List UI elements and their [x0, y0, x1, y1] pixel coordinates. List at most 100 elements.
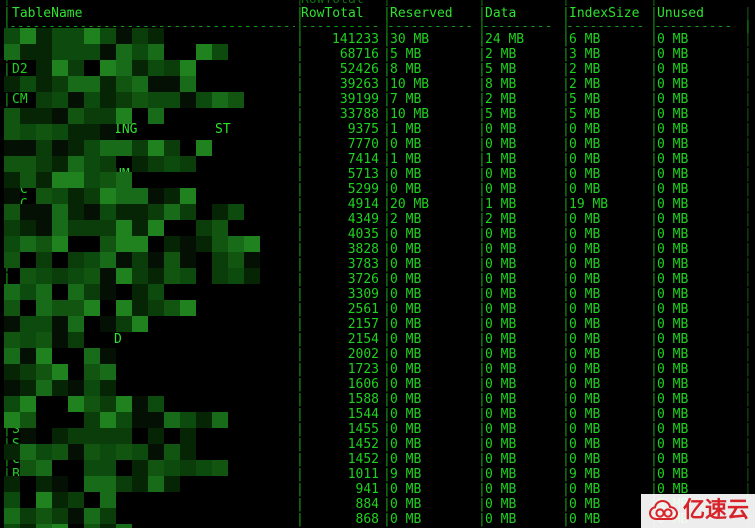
cell-tablename: CO — [12, 77, 28, 92]
table-row[interactable]: | C HM | 5713 | 0 MB | 0 MB | 0 MB | 0 MB | — [0, 167, 755, 182]
cell-indexsize: 0 MB — [569, 482, 601, 497]
separator-reserved: ----------- — [387, 21, 473, 32]
column-divider-0: | — [3, 122, 11, 137]
table-row[interactable]: | CO _DTL | 39263 | 10 MB | 8 MB | 2 MB | 0 MB | — [0, 77, 755, 92]
cell-rowtotal: 1011 — [347, 467, 379, 482]
cell-indexsize: 0 MB — [569, 497, 601, 512]
cell-tablename — [12, 302, 294, 317]
cell-indexsize: 0 MB — [569, 362, 601, 377]
table-row[interactable]: | D2 | 52426 | 8 MB | 5 MB | 2 MB | 0 MB | — [0, 62, 755, 77]
tablename-fragment: T — [114, 212, 122, 227]
column-header-unused[interactable]: Unused — [657, 6, 737, 21]
cell-indexsize: 0 MB — [569, 377, 601, 392]
table-row[interactable]: | | 3726 | 0 MB | 0 MB | 0 MB | 0 MB | — [0, 272, 755, 287]
cell-unused: 0 MB — [657, 167, 689, 182]
cell-data: 0 MB — [485, 332, 517, 347]
cell-data: 0 MB — [485, 377, 517, 392]
table-row[interactable]: | H | 1544 | 0 MB | 0 MB | 0 MB | 0 MB | — [0, 407, 755, 422]
cell-tablename: H — [12, 392, 20, 407]
cell-unused: 0 MB — [657, 152, 689, 167]
table-row[interactable]: | OI | 7770 | 0 MB | 0 MB | 0 MB | 0 MB | — [0, 137, 755, 152]
table-row[interactable]: | I | 3828 | 0 MB | 0 MB | 0 MB | 0 MB | — [0, 242, 755, 257]
table-body[interactable]: | C | 141233 | 30 MB | 24 MB | 6 MB | 0 MB | | CI | 6871… — [0, 32, 755, 528]
table-row[interactable]: | | 3309 | 0 MB | 0 MB | 0 MB | 0 MB | — [0, 287, 755, 302]
cell-rowtotal: 941 — [355, 482, 379, 497]
column-header-data[interactable]: Data — [485, 6, 559, 21]
cell-indexsize: 0 MB — [569, 317, 601, 332]
cell-data: 0 MB — [485, 347, 517, 362]
cell-tablename: C — [12, 452, 20, 467]
cell-rowtotal: 1455 — [347, 422, 379, 437]
table-row[interactable]: | CC | 5299 | 0 MB | 0 MB | 0 MB | 0 MB | — [0, 182, 755, 197]
table-row[interactable]: | CO ING ST | 9375 | 1 MB | 0 MB | 0 MB | 0 MB | — [0, 122, 755, 137]
cell-indexsize: 6 MB — [569, 32, 601, 47]
cell-unused: 0 MB — [657, 137, 689, 152]
table-row[interactable]: | | 2561 | 0 MB | 0 MB | 0 MB | 0 MB | — [0, 302, 755, 317]
cell-data: 1 MB — [485, 152, 517, 167]
cell-data: 0 MB — [485, 167, 517, 182]
table-row[interactable]: | C | 1723 | 0 MB | 0 MB | 0 MB | 0 MB | — [0, 362, 755, 377]
cell-tablename: H — [12, 212, 20, 227]
table-row[interactable]: | | 2002 | 0 MB | 0 MB | 0 MB | 0 MB | — [0, 347, 755, 362]
cell-rowtotal: 7414 — [347, 152, 379, 167]
table-row[interactable]: | CC RT | 4914 | 20 MB | 1 MB | 19 MB | 0 MB | — [0, 197, 755, 212]
table-row[interactable]: | | 2157 | 0 MB | 0 MB | 0 MB | 0 MB | — [0, 317, 755, 332]
table-row[interactable]: | H T | 4349 | 2 MB | 2 MB | 0 MB | 0 MB | — [0, 212, 755, 227]
terminal-window[interactable]: | | RowTotal | | | | | TableName | RowTo… — [0, 0, 755, 528]
column-divider-0: | — [3, 167, 11, 182]
cell-tablename: D2 — [12, 62, 28, 77]
table-row[interactable]: | CI | 68716 | 5 MB | 2 MB | 3 MB | 0 MB | — [0, 47, 755, 62]
column-divider-0: | — [3, 197, 11, 212]
table-right-border: | — [744, 92, 752, 107]
cell-indexsize: 0 MB — [569, 392, 601, 407]
column-divider-0: | — [3, 467, 11, 482]
cell-reserved: 1 MB — [390, 152, 422, 167]
column-header-indexsize[interactable]: IndexSize — [569, 6, 647, 21]
table-row[interactable]: | I | 4035 | 0 MB | 0 MB | 0 MB | 0 MB | — [0, 227, 755, 242]
table-row[interactable]: | C | 1452 | 0 MB | 0 MB | 0 MB | 0 MB | — [0, 452, 755, 467]
column-header-reserved[interactable]: Reserved — [390, 6, 476, 21]
cell-data: 0 MB — [485, 452, 517, 467]
cell-data: 0 MB — [485, 302, 517, 317]
table-row[interactable]: | C | 141233 | 30 MB | 24 MB | 6 MB | 0 MB | — [0, 32, 755, 47]
cell-rowtotal: 884 — [355, 497, 379, 512]
cell-rowtotal: 4914 — [347, 197, 379, 212]
cell-data: 1 MB — [485, 197, 517, 212]
table-row[interactable]: | D | 2154 | 0 MB | 0 MB | 0 MB | 0 MB | — [0, 332, 755, 347]
column-divider-0: | — [3, 347, 11, 362]
table-row[interactable]: | S | 1452 | 0 MB | 0 MB | 0 MB | 0 MB | — [0, 437, 755, 452]
column-divider-0: | — [3, 512, 11, 527]
cell-reserved: 0 MB — [390, 302, 422, 317]
table-row[interactable]: | R | 7414 | 1 MB | 1 MB | 0 MB | 0 MB | — [0, 152, 755, 167]
cell-tablename — [12, 287, 294, 302]
cell-data: 5 MB — [485, 62, 517, 77]
cell-unused: 0 MB — [657, 302, 689, 317]
cell-reserved: 0 MB — [390, 422, 422, 437]
cell-reserved: 0 MB — [390, 137, 422, 152]
cell-rowtotal: 2157 — [347, 317, 379, 332]
column-divider-0: | — [3, 257, 11, 272]
table-right-border: | — [744, 62, 752, 77]
cell-data: 0 MB — [485, 287, 517, 302]
table-row[interactable]: | B | 1011 | 9 MB | 0 MB | 9 MB | 0 MB | — [0, 467, 755, 482]
cell-unused: 0 MB — [657, 317, 689, 332]
table-row[interactable]: | CM | 39199 | 7 MB | 2 MB | 5 MB | 0 MB | — [0, 92, 755, 107]
column-divider-0: | — [3, 302, 11, 317]
column-header-tablename[interactable]: TableName — [12, 6, 294, 21]
separator-rowtotal: ---------- — [301, 21, 379, 32]
column-header-rowtotal[interactable]: RowTotal — [301, 6, 379, 21]
tablename-fragment: ING — [114, 122, 138, 137]
cell-tablename: CC — [12, 182, 28, 197]
table-row[interactable]: | | 3783 | 0 MB | 0 MB | 0 MB | 0 MB | — [0, 257, 755, 272]
cell-data: 2 MB — [485, 92, 517, 107]
table-row[interactable]: | CM | 33788 | 10 MB | 5 MB | 5 MB | 0 MB | — [0, 107, 755, 122]
table-row[interactable]: | S | 1455 | 0 MB | 0 MB | 0 MB | 0 MB | — [0, 422, 755, 437]
table-right-border: | — [744, 452, 752, 467]
cell-indexsize: 0 MB — [569, 212, 601, 227]
cell-indexsize: 19 MB — [569, 197, 609, 212]
cell-indexsize: 0 MB — [569, 437, 601, 452]
cell-rowtotal: 2002 — [347, 347, 379, 362]
table-row[interactable]: | H | 1588 | 0 MB | 0 MB | 0 MB | 0 MB | — [0, 392, 755, 407]
cell-tablename: H — [12, 407, 20, 422]
table-row[interactable]: | B | 1606 | 0 MB | 0 MB | 0 MB | 0 MB | — [0, 377, 755, 392]
